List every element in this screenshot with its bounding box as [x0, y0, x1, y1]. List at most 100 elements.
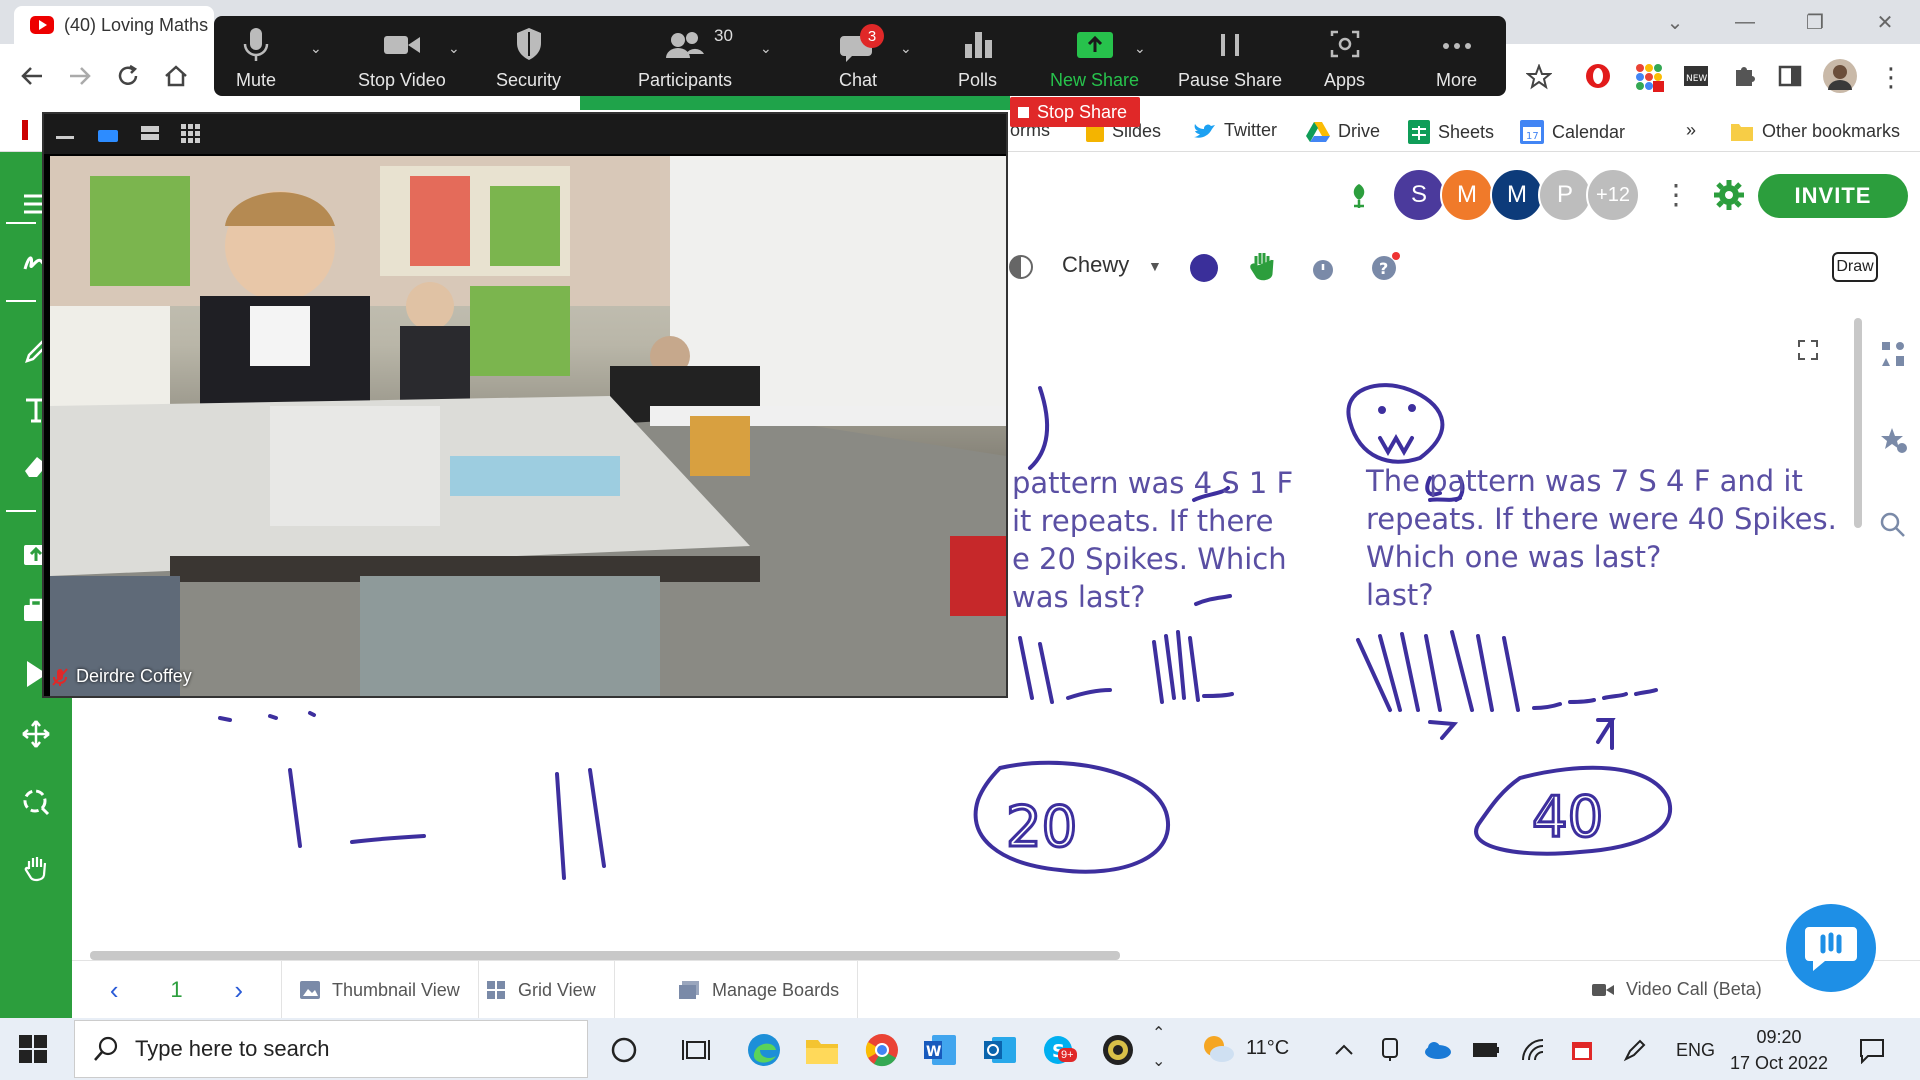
cortana-icon[interactable] — [604, 1030, 644, 1070]
color-picker[interactable] — [1190, 254, 1218, 282]
participant-avatar[interactable]: P — [1538, 168, 1592, 222]
zoom-video-window[interactable]: Deirdre Coffey — [42, 112, 1008, 698]
participants-chevron-icon[interactable]: ⌄ — [760, 40, 772, 57]
more-button[interactable]: More — [1436, 24, 1477, 91]
notifications-icon[interactable] — [1852, 1030, 1892, 1070]
tab-title: (40) Loving Maths — [64, 14, 209, 35]
strip-view-icon[interactable] — [140, 114, 160, 154]
browser-tab[interactable]: (40) Loving Maths — [14, 6, 214, 44]
shapes-panel-icon[interactable] — [1880, 340, 1908, 370]
video-options-chevron-icon[interactable]: ⌄ — [448, 40, 460, 57]
participant-avatar[interactable]: M — [1440, 168, 1494, 222]
bookmark-sheets[interactable]: Sheets — [1408, 120, 1494, 144]
forward-icon[interactable] — [66, 62, 94, 90]
fullscreen-icon[interactable] — [1798, 340, 1818, 360]
meet-now-icon[interactable] — [1370, 1030, 1410, 1070]
move-tool-icon[interactable] — [14, 712, 58, 756]
windows-start-icon[interactable] — [18, 1034, 48, 1064]
previous-page-icon[interactable]: ‹ — [110, 975, 119, 1006]
share-options-chevron-icon[interactable]: ⌄ — [1134, 40, 1146, 57]
side-panel-icon[interactable] — [1776, 62, 1804, 90]
edge-icon[interactable] — [744, 1030, 784, 1070]
taskbar-search-box[interactable]: Type here to search — [74, 1020, 588, 1078]
participant-avatar[interactable]: S — [1392, 168, 1446, 222]
pen-tray-icon[interactable] — [1614, 1030, 1654, 1070]
raise-hand-icon[interactable] — [1248, 250, 1276, 282]
apps-button[interactable]: Apps — [1324, 24, 1365, 91]
mute-button[interactable]: Mute — [236, 24, 276, 91]
reload-icon[interactable] — [114, 62, 142, 90]
news-extension-icon[interactable]: NEW — [1682, 62, 1710, 90]
calendar-tray-icon[interactable] — [1562, 1030, 1602, 1070]
minimize-button[interactable]: — — [1710, 0, 1780, 44]
back-icon[interactable] — [18, 62, 46, 90]
search-icon[interactable] — [1880, 512, 1906, 538]
video-call-button[interactable]: Video Call (Beta) — [1592, 979, 1762, 1000]
stop-video-button[interactable]: Stop Video — [358, 24, 446, 91]
browser-menu-icon[interactable]: ⋮ — [1878, 62, 1904, 93]
timer-icon[interactable] — [1310, 254, 1336, 282]
font-selector[interactable]: Chewy — [1062, 252, 1129, 278]
restore-button[interactable]: ❐ — [1780, 0, 1850, 44]
bookmark-twitter[interactable]: Twitter — [1192, 120, 1277, 141]
problem-1-text: pattern was 4 S 1 F it repeats. If there… — [1012, 466, 1294, 614]
help-icon[interactable]: ? — [1370, 252, 1400, 282]
extensions-puzzle-icon[interactable] — [1730, 62, 1758, 90]
battery-icon[interactable] — [1466, 1030, 1506, 1070]
google-apps-extension-icon[interactable] — [1634, 62, 1664, 92]
bookmark-calendar[interactable]: 17 Calendar — [1520, 120, 1625, 144]
bookmark-star-icon[interactable] — [1526, 64, 1552, 90]
tab-search-icon[interactable]: ⌄ — [1640, 0, 1710, 44]
new-share-button[interactable]: New Share — [1050, 24, 1139, 91]
mute-options-chevron-icon[interactable]: ⌄ — [310, 40, 322, 57]
chat-chevron-icon[interactable]: ⌄ — [900, 40, 912, 57]
bookmarks-overflow[interactable]: » — [1686, 120, 1696, 141]
settings-gear-icon[interactable] — [1712, 178, 1746, 212]
show-hidden-icons-icon[interactable] — [1324, 1030, 1364, 1070]
task-view-icon[interactable] — [676, 1030, 716, 1070]
manage-boards-button[interactable]: Manage Boards — [660, 961, 859, 1019]
profile-avatar[interactable] — [1822, 58, 1858, 94]
draw-mode-button[interactable]: Draw — [1832, 252, 1878, 282]
grid-view-button[interactable]: Grid View — [468, 961, 615, 1019]
chrome-icon[interactable] — [862, 1030, 902, 1070]
word-icon[interactable]: W — [920, 1030, 960, 1070]
onedrive-icon[interactable] — [1418, 1030, 1458, 1070]
chat-fab-button[interactable] — [1786, 904, 1876, 992]
drive-icon — [1306, 120, 1330, 142]
wifi-icon[interactable] — [1514, 1030, 1554, 1070]
minimize-video-icon[interactable] — [56, 136, 74, 139]
next-page-icon[interactable]: › — [234, 975, 243, 1006]
gallery-view-icon[interactable] — [180, 114, 202, 154]
system-clock[interactable]: 09:20 17 Oct 2022 — [1730, 1024, 1828, 1076]
thumbnail-view-button[interactable]: Thumbnail View — [282, 961, 479, 1019]
contrast-icon[interactable] — [1008, 254, 1034, 280]
opera-extension-icon[interactable] — [1584, 62, 1612, 90]
bookmark-drive[interactable]: Drive — [1306, 120, 1380, 142]
outlook-icon[interactable] — [980, 1030, 1020, 1070]
other-bookmarks[interactable]: Other bookmarks — [1730, 120, 1900, 142]
home-icon[interactable] — [162, 62, 190, 90]
pause-share-button[interactable]: Pause Share — [1178, 24, 1282, 91]
close-button[interactable]: ✕ — [1850, 0, 1920, 44]
vertical-scrollbar[interactable] — [1854, 318, 1862, 528]
taskbar-scroll-arrows[interactable]: ⌃ ⌄ — [1152, 1020, 1165, 1076]
participant-avatar[interactable]: +12 — [1586, 168, 1640, 222]
audio-eco-icon[interactable] — [1346, 180, 1372, 210]
file-explorer-icon[interactable] — [802, 1030, 842, 1070]
hand-pan-icon[interactable] — [14, 846, 58, 890]
font-dropdown-icon[interactable]: ▼ — [1148, 258, 1162, 274]
participant-avatar[interactable]: M — [1490, 168, 1544, 222]
invite-button[interactable]: INVITE — [1758, 174, 1908, 218]
security-button[interactable]: Security — [496, 24, 561, 91]
camera-app-icon[interactable] — [1098, 1030, 1138, 1070]
input-language[interactable]: ENG — [1676, 1040, 1715, 1061]
stop-share-button[interactable]: Stop Share — [1010, 97, 1140, 127]
speaker-view-icon[interactable] — [98, 130, 118, 142]
polls-button[interactable]: Polls — [958, 24, 997, 91]
zoom-select-icon[interactable] — [14, 780, 58, 824]
stickers-icon[interactable] — [1880, 426, 1908, 454]
weather-widget[interactable]: 11°C — [1200, 1032, 1289, 1064]
more-options-icon[interactable]: ⋮ — [1662, 178, 1690, 211]
horizontal-scrollbar[interactable] — [90, 951, 1120, 960]
